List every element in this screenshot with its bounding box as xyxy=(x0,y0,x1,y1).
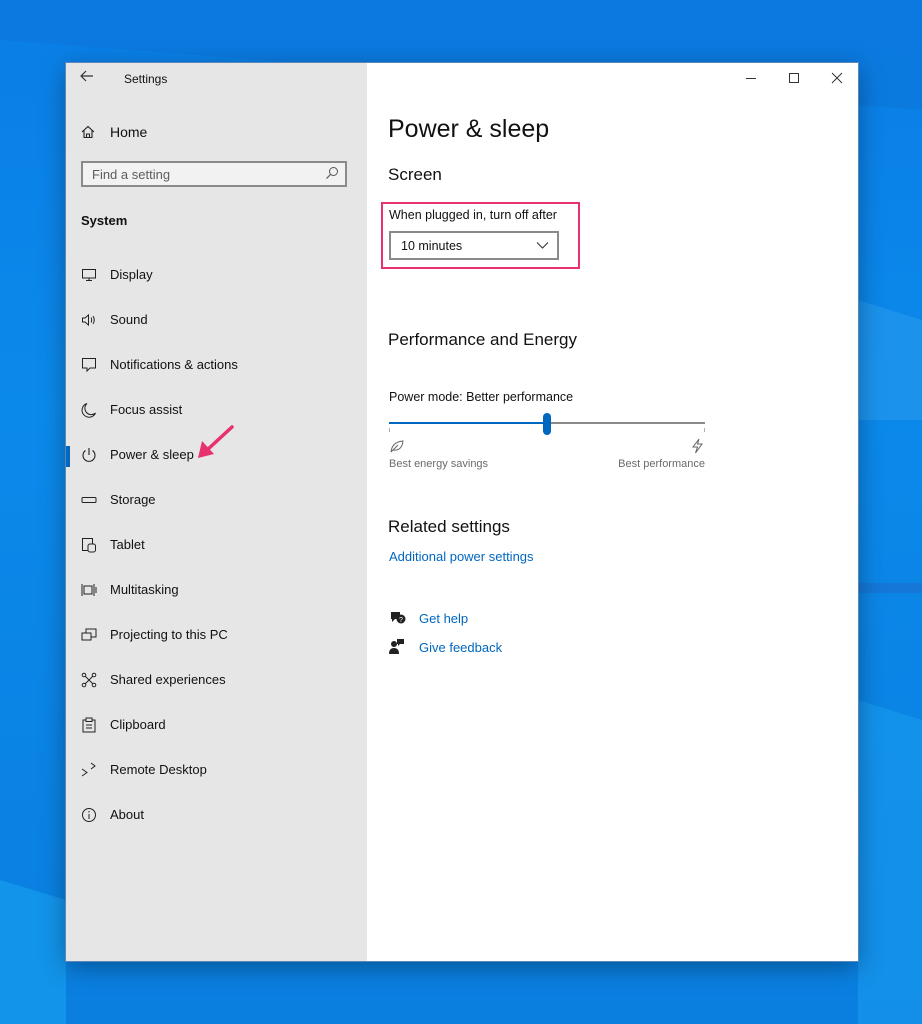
close-button[interactable] xyxy=(815,63,858,93)
sidebar-item-label: Storage xyxy=(110,492,156,507)
back-arrow-icon xyxy=(80,70,93,82)
sidebar-item-label: Power & sleep xyxy=(110,447,194,462)
window-title: Settings xyxy=(124,72,168,86)
annotation-arrow-icon xyxy=(198,425,234,458)
sidebar-item-projecting[interactable]: Projecting to this PC xyxy=(66,615,367,655)
sound-icon xyxy=(82,313,95,327)
projecting-icon xyxy=(81,628,97,641)
feedback-icon xyxy=(389,639,404,654)
power-mode-slider[interactable] xyxy=(389,413,705,435)
sidebar-item-label: Shared experiences xyxy=(110,672,226,687)
sidebar-item-remote-desktop[interactable]: Remote Desktop xyxy=(66,750,367,790)
sidebar-item-display[interactable]: Display xyxy=(66,255,367,295)
search-icon[interactable] xyxy=(325,166,339,185)
screen-heading: Screen xyxy=(388,165,442,184)
sidebar-item-sound[interactable]: Sound xyxy=(66,300,367,340)
lightning-icon xyxy=(692,438,703,454)
back-button[interactable] xyxy=(80,69,100,89)
window-controls xyxy=(729,63,858,93)
sidebar-item-label: Sound xyxy=(110,312,148,327)
notifications-icon xyxy=(82,358,96,373)
sidebar-item-about[interactable]: About xyxy=(66,795,367,835)
search-input[interactable] xyxy=(83,163,312,185)
sidebar-item-label: Display xyxy=(110,267,153,282)
slider-track-filled xyxy=(389,422,543,424)
sidebar-item-multitasking[interactable]: Multitasking xyxy=(66,570,367,610)
dropdown-value: 10 minutes xyxy=(401,239,463,253)
help-icon: ? xyxy=(391,612,406,624)
page-title: Power & sleep xyxy=(388,115,550,143)
multitasking-icon xyxy=(81,584,97,596)
storage-icon xyxy=(81,497,97,503)
info-icon xyxy=(82,808,96,822)
sidebar-item-label: Focus assist xyxy=(110,402,183,417)
settings-window: Settings Home System Display Sound Notif… xyxy=(66,63,858,961)
sidebar-item-label: Multitasking xyxy=(110,582,179,597)
sidebar: Settings Home System Display Sound Notif… xyxy=(66,63,367,961)
additional-power-settings-link[interactable]: Additional power settings xyxy=(389,549,534,564)
sidebar-item-label: Remote Desktop xyxy=(110,762,207,777)
main-content: Power & sleep Screen When plugged in, tu… xyxy=(367,63,858,961)
display-icon xyxy=(82,269,96,281)
leaf-icon xyxy=(390,440,404,453)
shared-icon xyxy=(81,672,97,688)
clipboard-icon xyxy=(82,717,96,733)
slider-thumb[interactable] xyxy=(543,413,551,435)
sidebar-item-label: About xyxy=(110,807,144,822)
sidebar-item-notifications[interactable]: Notifications & actions xyxy=(66,345,367,385)
close-icon xyxy=(831,72,842,84)
get-help-link[interactable]: Get help xyxy=(419,611,468,626)
minimize-icon xyxy=(745,78,756,79)
plugged-in-label: When plugged in, turn off after xyxy=(389,208,557,222)
screen-timeout-dropdown[interactable]: 10 minutes xyxy=(389,231,559,260)
search-box[interactable] xyxy=(81,161,347,187)
remote-desktop-icon xyxy=(81,762,96,777)
home-nav-item[interactable]: Home xyxy=(80,121,147,143)
related-settings-heading: Related settings xyxy=(388,517,510,536)
tablet-icon xyxy=(82,538,96,553)
maximize-button[interactable] xyxy=(772,63,815,93)
sidebar-item-storage[interactable]: Storage xyxy=(66,480,367,520)
sidebar-item-label: Notifications & actions xyxy=(110,357,238,372)
sidebar-item-focus-assist[interactable]: Focus assist xyxy=(66,390,367,430)
slider-tick xyxy=(389,428,390,432)
home-label: Home xyxy=(110,124,148,140)
home-icon xyxy=(81,125,95,139)
power-mode-label: Power mode: Better performance xyxy=(389,390,574,404)
sidebar-item-label: Tablet xyxy=(110,537,145,552)
maximize-icon xyxy=(788,73,799,83)
sidebar-item-shared-experiences[interactable]: Shared experiences xyxy=(66,660,367,700)
section-title-system: System xyxy=(81,213,128,228)
slider-left-caption: Best energy savings xyxy=(389,458,489,470)
sidebar-item-clipboard[interactable]: Clipboard xyxy=(66,705,367,745)
performance-heading: Performance and Energy xyxy=(388,330,577,349)
give-feedback-link[interactable]: Give feedback xyxy=(419,640,502,655)
sidebar-item-label: Clipboard xyxy=(110,717,166,732)
chevron-down-icon xyxy=(536,242,549,249)
minimize-button[interactable] xyxy=(729,63,772,93)
slider-tick xyxy=(704,428,705,432)
sidebar-item-label: Projecting to this PC xyxy=(110,627,228,642)
power-icon xyxy=(82,448,96,462)
slider-track xyxy=(551,422,705,424)
sidebar-item-tablet[interactable]: Tablet xyxy=(66,525,367,565)
svg-text:?: ? xyxy=(399,617,403,624)
moon-icon xyxy=(81,403,96,418)
slider-right-caption: Best performance xyxy=(618,458,705,470)
